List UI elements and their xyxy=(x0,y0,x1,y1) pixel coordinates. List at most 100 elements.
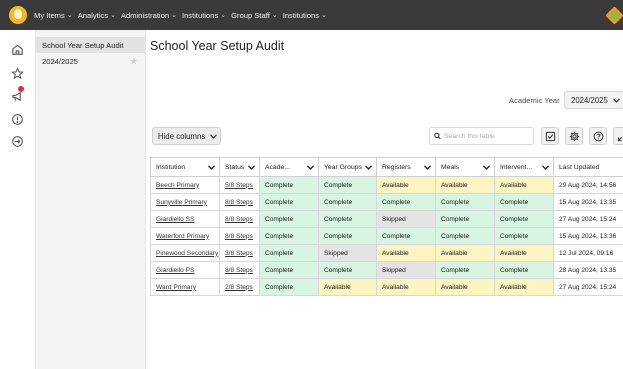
column-header[interactable]: Acade... xyxy=(259,157,319,177)
nav-label: Group Staff xyxy=(231,10,270,20)
table-row: Pinewood Secondary 3/8 Steps Complete Skipp… xyxy=(150,244,623,262)
table-search[interactable] xyxy=(429,127,534,145)
chevron-down-icon[interactable] xyxy=(365,164,372,170)
star-icon[interactable] xyxy=(10,66,24,80)
column-header-label: Year Groups xyxy=(324,163,362,171)
last-updated-cell: 28 Aug 2024, 13:35 xyxy=(553,261,623,279)
hide-columns-button[interactable]: Hide columns xyxy=(152,127,221,145)
status-steps-link[interactable]: 2/8 Steps xyxy=(219,278,260,296)
status-steps-link[interactable]: 8/8 Steps xyxy=(219,261,260,279)
step-status-cell: Skipped xyxy=(376,210,436,228)
step-status-cell: Complete xyxy=(494,261,554,279)
step-status-cell: Complete xyxy=(259,193,319,211)
academic-year-label: Academic Year xyxy=(509,96,560,105)
last-updated-cell: 12 Jul 2024, 09:16 xyxy=(553,244,623,262)
page-title: School Year Setup Audit xyxy=(150,39,285,53)
column-header[interactable]: Intervent... xyxy=(494,157,554,177)
nav-institutions-2[interactable]: Institutions ⌄ xyxy=(283,11,327,20)
step-status-cell: Complete xyxy=(259,244,319,262)
main-content: School Year Setup Audit Academic Year 20… xyxy=(146,30,623,369)
nav-administration[interactable]: Administration ⌄ xyxy=(121,11,177,20)
audit-table: Institution Status Acade... Year Groups Regi… xyxy=(150,157,623,296)
column-header-label: Meals xyxy=(441,163,460,171)
step-status-cell: Complete xyxy=(259,278,319,296)
notification-badge xyxy=(18,86,24,92)
table-row: Ward Primary 2/8 Steps Complete Available Av… xyxy=(150,278,623,296)
column-header[interactable]: Last Updated xyxy=(553,157,623,177)
home-icon[interactable] xyxy=(10,42,24,56)
megaphone-icon[interactable] xyxy=(10,86,24,103)
hide-columns-label: Hide columns xyxy=(158,131,206,141)
favorite-star-icon[interactable]: ★ xyxy=(130,56,138,67)
sign-in-icon[interactable] xyxy=(10,134,24,148)
step-status-cell: Complete xyxy=(435,261,495,279)
nav-analytics[interactable]: Analytics ⌄ xyxy=(78,11,116,20)
column-header[interactable]: Institution xyxy=(150,157,220,177)
nav-group-staff[interactable]: Group Staff ⌄ xyxy=(231,11,278,20)
sidebar-item-setup-audit[interactable]: School Year Setup Audit xyxy=(36,37,145,53)
status-steps-link[interactable]: 5/8 Steps xyxy=(219,176,260,194)
chevron-down-icon[interactable] xyxy=(424,164,431,170)
column-header[interactable]: Status xyxy=(219,157,260,177)
step-status-cell: Complete xyxy=(318,261,377,279)
step-status-cell: Complete xyxy=(435,227,495,245)
status-steps-link[interactable]: 8/8 Steps xyxy=(219,227,260,245)
step-status-cell: Complete xyxy=(259,227,319,245)
last-updated-cell: 27 Aug 2024, 15:24 xyxy=(553,210,623,228)
alert-circle-icon[interactable] xyxy=(10,112,24,126)
chevron-down-icon: ⌄ xyxy=(110,12,116,19)
help-button[interactable] xyxy=(589,127,607,145)
select-rows-button[interactable] xyxy=(541,127,559,145)
institution-link[interactable]: Waterford Primary xyxy=(150,227,220,245)
last-updated-cell: 15 Aug 2024, 13:35 xyxy=(553,193,623,211)
institution-link[interactable]: Giardiello PS xyxy=(150,261,220,279)
step-status-cell: Available xyxy=(376,176,436,194)
status-steps-link[interactable]: 3/8 Steps xyxy=(219,244,260,262)
chevron-down-icon xyxy=(210,133,218,139)
status-steps-link[interactable]: 8/8 Steps xyxy=(219,193,260,211)
column-header-label: Acade... xyxy=(265,163,290,171)
column-header[interactable]: Year Groups xyxy=(318,157,377,177)
chevron-down-icon[interactable] xyxy=(248,164,255,170)
step-status-cell: Complete xyxy=(376,193,436,211)
table-row: Sunyville Primary 8/8 Steps Complete Comple… xyxy=(150,193,623,211)
table-row: Giardiello PS 8/8 Steps Complete Complete Sk… xyxy=(150,261,623,279)
nav-my-items[interactable]: My Items ⌄ xyxy=(34,11,73,20)
status-steps-link[interactable]: 8/8 Steps xyxy=(219,210,260,228)
chevron-down-icon[interactable] xyxy=(307,164,314,170)
chevron-down-icon[interactable] xyxy=(542,164,549,170)
institution-link[interactable]: Sunyville Primary xyxy=(150,193,220,211)
step-status-cell: Complete xyxy=(318,227,377,245)
secondary-sidebar: School Year Setup Audit 2024/2025 ★ xyxy=(36,30,146,369)
checkbox-icon xyxy=(545,131,555,141)
column-header-label: Last Updated xyxy=(559,163,600,171)
gear-icon xyxy=(569,131,579,141)
institution-link[interactable]: Ward Primary xyxy=(150,278,220,296)
institution-link[interactable]: Pinewood Secondary xyxy=(150,244,220,262)
step-status-cell: Complete xyxy=(318,193,377,211)
step-status-cell: Complete xyxy=(318,210,377,228)
step-status-cell: Complete xyxy=(259,176,319,194)
step-status-cell: Available xyxy=(376,278,436,296)
search-input[interactable] xyxy=(444,132,533,140)
expand-button[interactable] xyxy=(613,127,623,145)
institution-link[interactable]: Giardiello SS xyxy=(150,210,220,228)
top-nav-bar: My Items ⌄ Analytics ⌄ Administration ⌄ Ins… xyxy=(0,0,623,30)
academic-year-select[interactable]: 2024/2025 xyxy=(564,91,623,109)
nav-label: Administration xyxy=(120,10,170,20)
search-icon xyxy=(434,132,441,140)
settings-button[interactable] xyxy=(565,127,583,145)
chevron-down-icon[interactable] xyxy=(483,164,490,170)
chevron-down-icon: ⌄ xyxy=(220,12,227,19)
step-status-cell: Available xyxy=(494,244,554,262)
column-header[interactable]: Meals xyxy=(435,157,495,177)
step-status-cell: Complete xyxy=(494,227,554,245)
sidebar-item-year[interactable]: 2024/2025 ★ xyxy=(36,53,145,69)
chevron-down-icon[interactable] xyxy=(208,164,215,170)
nav-institutions[interactable]: Institutions ⌄ xyxy=(182,11,226,20)
step-status-cell: Available xyxy=(435,176,495,194)
institution-link[interactable]: Beech Primary xyxy=(150,176,220,194)
app-logo-icon[interactable] xyxy=(9,6,27,24)
brand-badge-icon[interactable] xyxy=(605,6,623,25)
column-header[interactable]: Registers xyxy=(376,157,436,177)
